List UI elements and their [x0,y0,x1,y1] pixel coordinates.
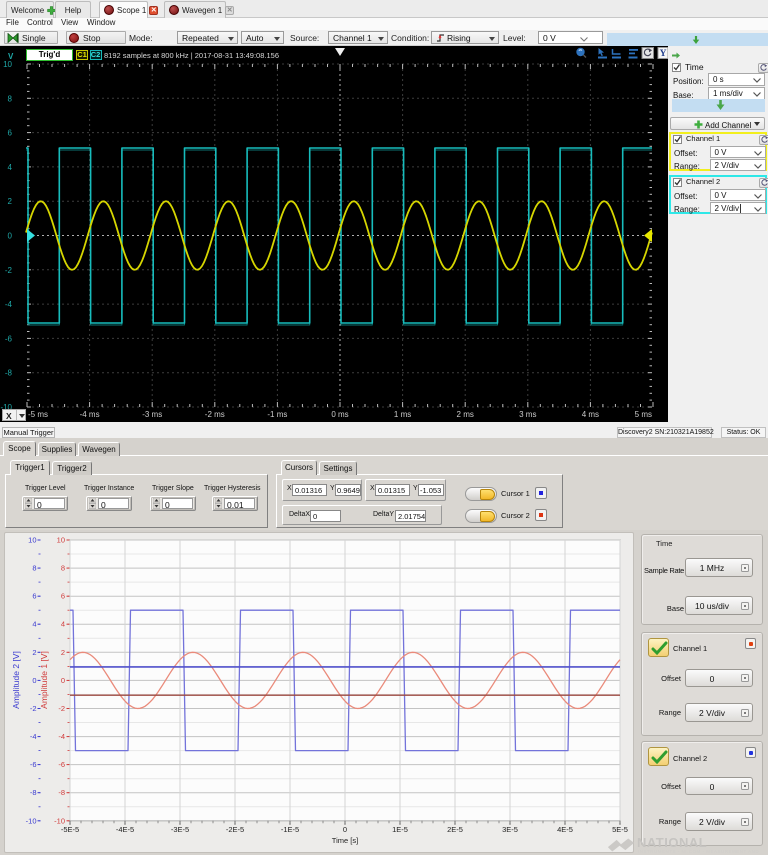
svg-text:-5E-5: -5E-5 [61,825,79,834]
svg-text:4: 4 [61,620,65,629]
svg-text:-4E-5: -4E-5 [116,825,134,834]
svg-text:4 ms: 4 ms [582,410,599,419]
svg-text:-6: -6 [58,760,65,769]
svg-text:-5 ms: -5 ms [28,410,48,419]
svg-text:-1 ms: -1 ms [267,410,287,419]
svg-text:-3E-5: -3E-5 [171,825,189,834]
svg-text:3E-5: 3E-5 [502,825,518,834]
svg-text:0 ms: 0 ms [331,410,348,419]
svg-text:Y: Y [660,49,667,59]
svg-text:3 ms: 3 ms [519,410,536,419]
svg-text:-4 ms: -4 ms [80,410,100,419]
svg-text:-2: -2 [5,266,13,275]
svg-text:4: 4 [32,620,36,629]
svg-text:-8: -8 [5,369,13,378]
svg-text:10: 10 [57,536,65,545]
svg-text:5 ms: 5 ms [635,410,652,419]
svg-text:-4: -4 [5,300,13,309]
svg-text:-2 ms: -2 ms [205,410,225,419]
svg-text:V: V [8,52,14,61]
svg-text:2: 2 [61,648,65,657]
svg-text:-6: -6 [30,760,37,769]
svg-text:0: 0 [8,232,13,241]
svg-text:Amplitude 2 [V]: Amplitude 2 [V] [11,651,21,709]
svg-text:0: 0 [61,676,65,685]
svg-text:8: 8 [61,564,65,573]
svg-text:-6: -6 [5,334,13,343]
svg-text:8: 8 [32,564,36,573]
svg-text:4: 4 [8,163,13,172]
svg-text:-10: -10 [26,816,37,825]
svg-text:10: 10 [28,536,36,545]
svg-text:10: 10 [3,60,12,69]
svg-text:-8: -8 [30,788,37,797]
svg-text:1E-5: 1E-5 [392,825,408,834]
svg-text:6: 6 [61,592,65,601]
svg-text:6: 6 [32,592,36,601]
svg-text:2E-5: 2E-5 [447,825,463,834]
svg-text:4E-5: 4E-5 [557,825,573,834]
svg-text:2: 2 [8,197,13,206]
svg-text:-3 ms: -3 ms [142,410,162,419]
svg-text:0: 0 [32,676,36,685]
svg-text:Time [s]: Time [s] [332,836,358,845]
svg-text:2 ms: 2 ms [457,410,474,419]
svg-text:1 ms: 1 ms [394,410,411,419]
svg-text:8: 8 [8,94,13,103]
svg-text:-4: -4 [58,732,65,741]
svg-text:-2: -2 [30,704,37,713]
svg-text:-10: -10 [54,816,65,825]
svg-text:-8: -8 [58,788,65,797]
svg-text:Amplitude 1 [V]: Amplitude 1 [V] [39,651,49,709]
svg-text:6: 6 [8,129,13,138]
svg-text:2: 2 [32,648,36,657]
svg-text:-2: -2 [58,704,65,713]
svg-text:-4: -4 [30,732,37,741]
svg-text:0: 0 [343,825,347,834]
svg-text:-1E-5: -1E-5 [281,825,299,834]
svg-text:-2E-5: -2E-5 [226,825,244,834]
